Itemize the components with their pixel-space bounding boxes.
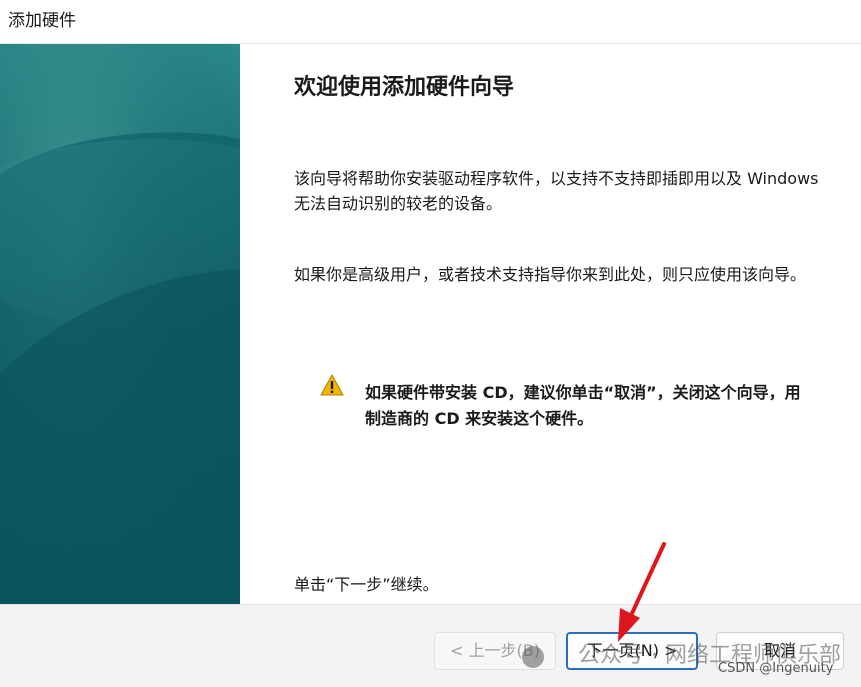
watermark-logo (522, 646, 544, 668)
warning-icon (320, 374, 344, 396)
banner-graphic (0, 44, 240, 604)
window-title: 添加硬件 (8, 11, 76, 31)
install-cd-warning: 如果硬件带安装 CD，建议你单击“取消”，关闭这个向导，用制造商的 CD 来安装… (365, 383, 801, 428)
advanced-user-note: 如果你是高级用户，或者技术支持指导你来到此处，则只应使用该向导。 (294, 265, 807, 284)
continue-hint: 单击“下一步”继续。 (294, 575, 439, 594)
wizard-side-banner (0, 44, 240, 604)
add-hardware-window: 添加硬件 欢迎使用添加硬件向导 该向导将帮助你安装驱动程序软件，以支持不支持即插… (0, 0, 861, 687)
wizard-description: 该向导将帮助你安装驱动程序软件，以支持不支持即插即用以及 Windows 无法自… (294, 169, 819, 213)
credit-text: CSDN @Ingenuity (718, 661, 834, 676)
wizard-content: 欢迎使用添加硬件向导 该向导将帮助你安装驱动程序软件，以支持不支持即插即用以及 … (240, 44, 861, 604)
title-bar: 添加硬件 (0, 0, 861, 44)
next-button[interactable]: 下一页(N) > (566, 632, 698, 670)
wizard-heading: 欢迎使用添加硬件向导 (294, 75, 515, 100)
